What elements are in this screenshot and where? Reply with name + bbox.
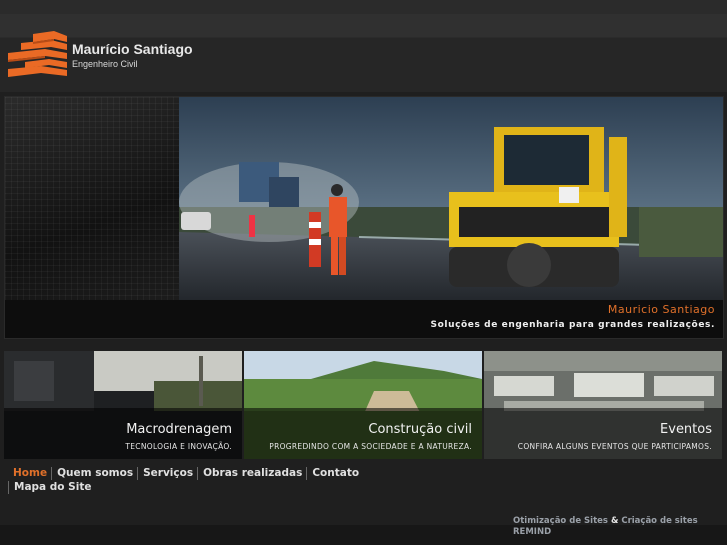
road-roller-photo [179,97,723,300]
main-nav: Home Quem somos Serviços Obras realizadas Co… [8,467,368,495]
nav-mapa-do-site[interactable]: Mapa do Site [8,481,95,494]
banner-title: Mauricio Santiago [607,303,715,316]
nav-home[interactable]: Home [8,467,51,480]
hero-banner: Mauricio Santiago Soluções de engenharia… [4,96,724,339]
brand-name[interactable]: Maurício Santiago [72,41,193,57]
card-subtitle: TECNOLOGIA E INOVAÇÃO. [125,442,232,451]
card-title[interactable]: Construção civil [368,422,472,437]
card-subtitle: CONFIRA ALGUNS EVENTOS QUE PARTICIPAMOS. [517,442,712,451]
footer-credit: Otimização de Sites & Criação de sites R… [513,516,698,538]
card-eventos[interactable]: Eventos CONFIRA ALGUNS EVENTOS QUE PARTI… [484,351,722,459]
brand-subtitle: Engenheiro Civil [72,59,138,69]
credit-amp: & [610,516,619,526]
top-bar [0,0,727,14]
credit-link-criacao[interactable]: Criação de sites [621,516,697,526]
card-subtitle: PROGREDINDO COM A SOCIEDADE E A NATUREZA… [269,442,472,451]
card-title[interactable]: Macrodrenagem [126,422,232,437]
card-construcao-civil[interactable]: Construção civil PROGREDINDO COM A SOCIE… [244,351,482,459]
card-macrodrenagem[interactable]: Macrodrenagem TECNOLOGIA E INOVAÇÃO. [4,351,242,459]
credit-link-otimizacao[interactable]: Otimização de Sites [513,516,608,526]
credit-company[interactable]: REMIND [513,527,551,537]
card-title[interactable]: Eventos [660,422,712,437]
banner-pattern [5,97,179,300]
nav-contato[interactable]: Contato [306,467,363,480]
bricks-logo-icon[interactable] [7,31,69,77]
nav-servicos[interactable]: Serviços [137,467,197,480]
banner-tagline: Soluções de engenharia para grandes real… [430,320,715,330]
nav-quem-somos[interactable]: Quem somos [51,467,137,480]
nav-obras-realizadas[interactable]: Obras realizadas [197,467,306,480]
